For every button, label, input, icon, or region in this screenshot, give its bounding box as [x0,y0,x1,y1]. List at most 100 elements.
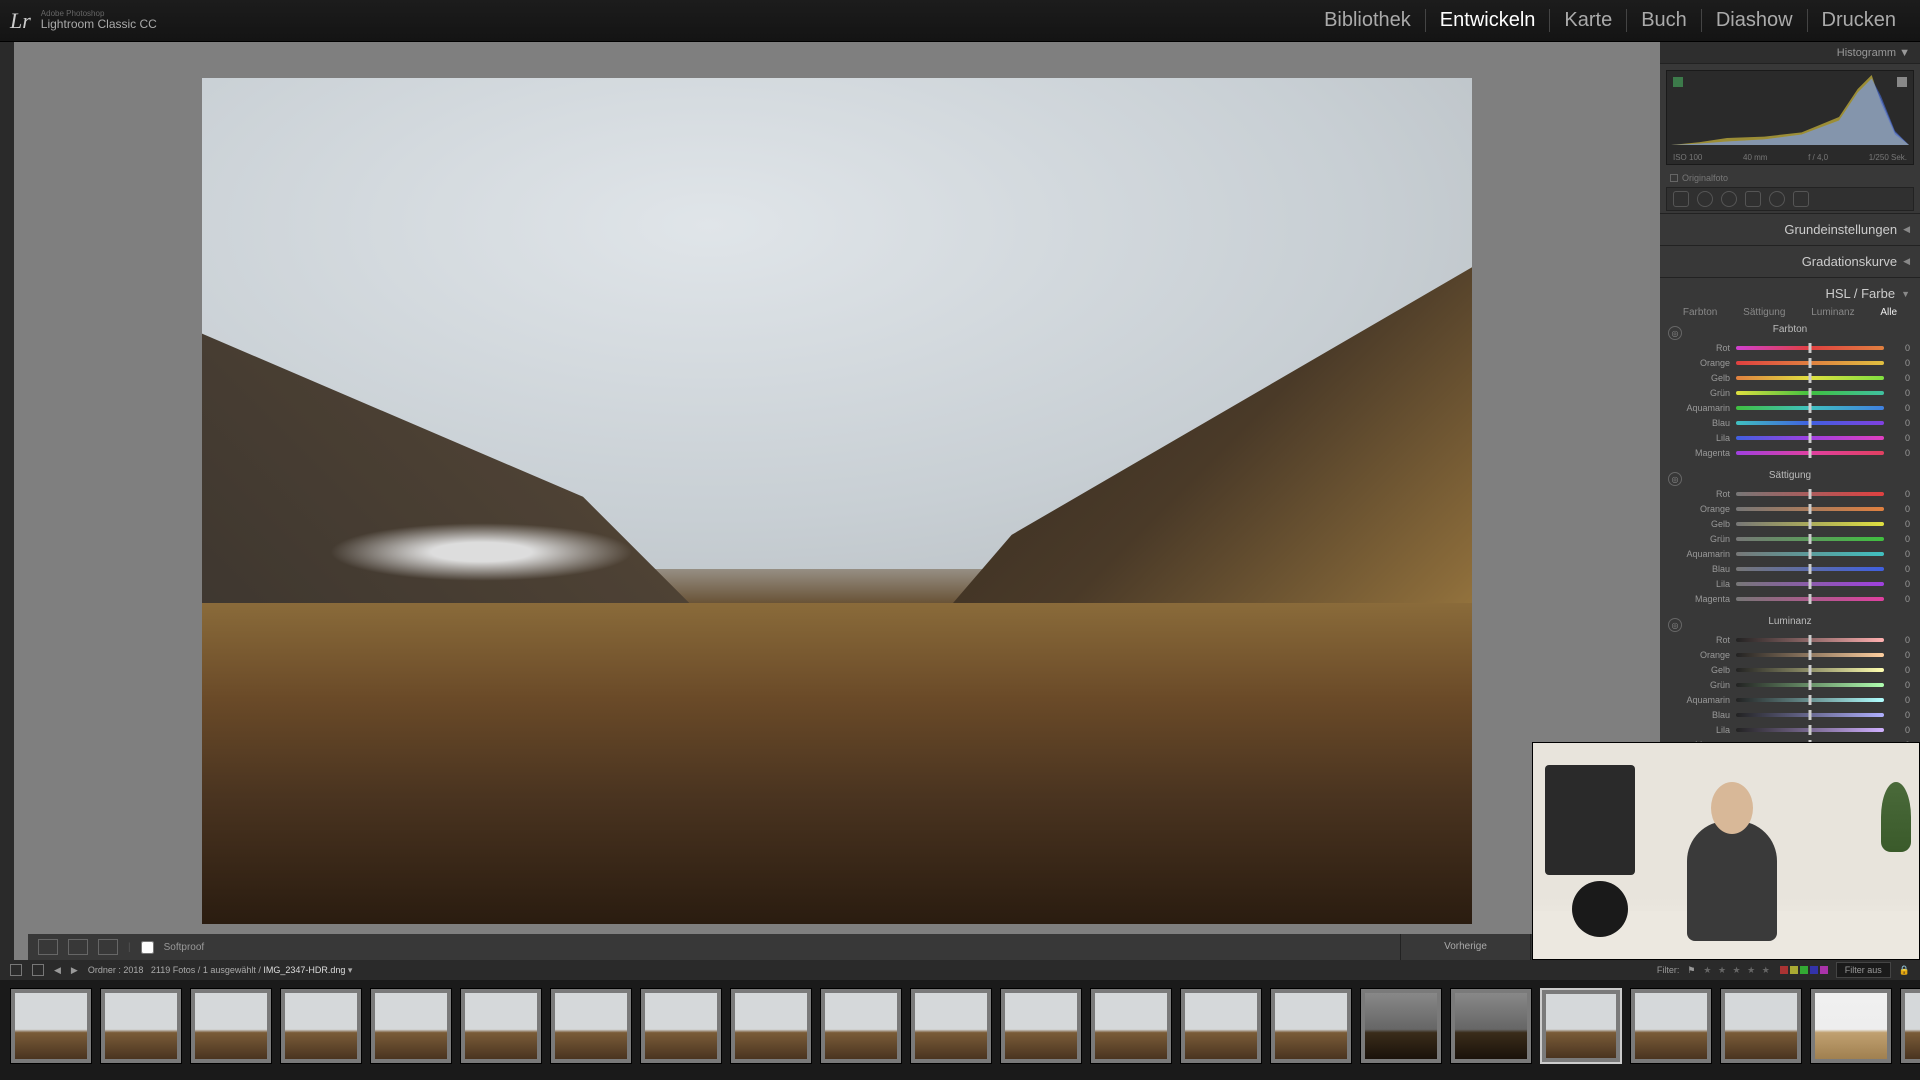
module-print[interactable]: Drucken [1807,9,1910,32]
slider-handle[interactable] [1809,725,1812,735]
slider-track[interactable] [1736,522,1884,526]
slider-track[interactable] [1736,507,1884,511]
before-after-lr-button[interactable] [68,939,88,955]
slider-value[interactable]: 0 [1890,519,1910,529]
slider-track[interactable] [1736,376,1884,380]
slider-luminanz-orange[interactable]: Orange0 [1670,648,1910,662]
slider-handle[interactable] [1809,448,1812,458]
slider-track[interactable] [1736,698,1884,702]
slider-sättigung-orange[interactable]: Orange0 [1670,502,1910,516]
slider-handle[interactable] [1809,564,1812,574]
histogram-header[interactable]: Histogramm ▼ [1660,42,1920,64]
thumbnail[interactable] [550,988,632,1064]
filter-preset-dropdown[interactable]: Filter aus [1836,962,1891,978]
slider-value[interactable]: 0 [1890,418,1910,428]
thumbnail[interactable] [910,988,992,1064]
before-after-tb-button[interactable] [98,939,118,955]
rating-filter[interactable]: ★ ★ ★ ★ ★ [1703,965,1771,976]
slider-track[interactable] [1736,552,1884,556]
slider-track[interactable] [1736,346,1884,350]
slider-track[interactable] [1736,436,1884,440]
slider-value[interactable]: 0 [1890,448,1910,458]
slider-value[interactable]: 0 [1890,433,1910,443]
slider-luminanz-rot[interactable]: Rot0 [1670,633,1910,647]
thumbnail[interactable] [1180,988,1262,1064]
slider-value[interactable]: 0 [1890,680,1910,690]
loupe-view-button[interactable] [38,939,58,955]
slider-handle[interactable] [1809,680,1812,690]
thumbnail[interactable] [190,988,272,1064]
slider-sättigung-gelb[interactable]: Gelb0 [1670,517,1910,531]
slider-sättigung-grün[interactable]: Grün0 [1670,532,1910,546]
tonecurve-panel-header[interactable]: Gradationskurve◀ [1670,252,1910,271]
spot-removal-icon[interactable] [1697,191,1713,207]
thumbnail[interactable] [100,988,182,1064]
slider-handle[interactable] [1809,650,1812,660]
slider-track[interactable] [1736,391,1884,395]
loupe-view[interactable]: | Softproof Vorherige Zurücksetzen [14,42,1660,960]
slider-value[interactable]: 0 [1890,504,1910,514]
slider-sättigung-aquamarin[interactable]: Aquamarin0 [1670,547,1910,561]
radial-filter-icon[interactable] [1769,191,1785,207]
slider-value[interactable]: 0 [1890,373,1910,383]
slider-farbton-gelb[interactable]: Gelb0 [1670,371,1910,385]
slider-value[interactable]: 0 [1890,358,1910,368]
slider-luminanz-aquamarin[interactable]: Aquamarin0 [1670,693,1910,707]
slider-handle[interactable] [1809,519,1812,529]
slider-handle[interactable] [1809,418,1812,428]
hsl-panel-header[interactable]: HSL / Farbe▼ [1670,284,1910,303]
slider-value[interactable]: 0 [1890,594,1910,604]
slider-handle[interactable] [1809,579,1812,589]
module-book[interactable]: Buch [1626,9,1701,32]
slider-handle[interactable] [1809,403,1812,413]
slider-track[interactable] [1736,406,1884,410]
slider-luminanz-blau[interactable]: Blau0 [1670,708,1910,722]
slider-value[interactable]: 0 [1890,650,1910,660]
slider-handle[interactable] [1809,433,1812,443]
nav-fwd-icon[interactable]: ▶ [71,965,78,976]
module-map[interactable]: Karte [1549,9,1626,32]
slider-value[interactable]: 0 [1890,564,1910,574]
thumbnail[interactable] [1360,988,1442,1064]
slider-value[interactable]: 0 [1890,534,1910,544]
slider-track[interactable] [1736,451,1884,455]
left-panel-collapsed[interactable] [0,42,14,960]
shadow-clipping-indicator[interactable] [1673,77,1683,87]
slider-handle[interactable] [1809,665,1812,675]
basic-panel-header[interactable]: Grundeinstellungen◀ [1670,220,1910,239]
slider-track[interactable] [1736,597,1884,601]
slider-track[interactable] [1736,713,1884,717]
slider-farbton-blau[interactable]: Blau0 [1670,416,1910,430]
slider-handle[interactable] [1809,594,1812,604]
slider-value[interactable]: 0 [1890,635,1910,645]
slider-track[interactable] [1736,728,1884,732]
previous-button[interactable]: Vorherige [1400,934,1530,960]
slider-value[interactable]: 0 [1890,665,1910,675]
slider-handle[interactable] [1809,504,1812,514]
slider-track[interactable] [1736,492,1884,496]
thumbnail[interactable] [1900,988,1920,1064]
hsl-tab-sat[interactable]: Sättigung [1743,307,1785,318]
slider-handle[interactable] [1809,635,1812,645]
slider-handle[interactable] [1809,534,1812,544]
slider-farbton-lila[interactable]: Lila0 [1670,431,1910,445]
redeye-tool-icon[interactable] [1721,191,1737,207]
thumbnail[interactable] [730,988,812,1064]
slider-handle[interactable] [1809,388,1812,398]
originalfoto-checkbox[interactable] [1670,174,1678,182]
slider-farbton-magenta[interactable]: Magenta0 [1670,446,1910,460]
nav-back-icon[interactable]: ◀ [54,965,61,976]
thumbnail[interactable] [10,988,92,1064]
slider-track[interactable] [1736,668,1884,672]
targeted-adjust-tool-luminanz[interactable]: ◎ [1668,618,1682,632]
hsl-tab-lum[interactable]: Luminanz [1811,307,1854,318]
slider-track[interactable] [1736,421,1884,425]
adjustment-brush-icon[interactable] [1793,191,1809,207]
crop-tool-icon[interactable] [1673,191,1689,207]
slider-value[interactable]: 0 [1890,579,1910,589]
slider-value[interactable]: 0 [1890,388,1910,398]
hsl-tab-all[interactable]: Alle [1880,307,1897,318]
slider-handle[interactable] [1809,358,1812,368]
slider-farbton-orange[interactable]: Orange0 [1670,356,1910,370]
slider-value[interactable]: 0 [1890,403,1910,413]
